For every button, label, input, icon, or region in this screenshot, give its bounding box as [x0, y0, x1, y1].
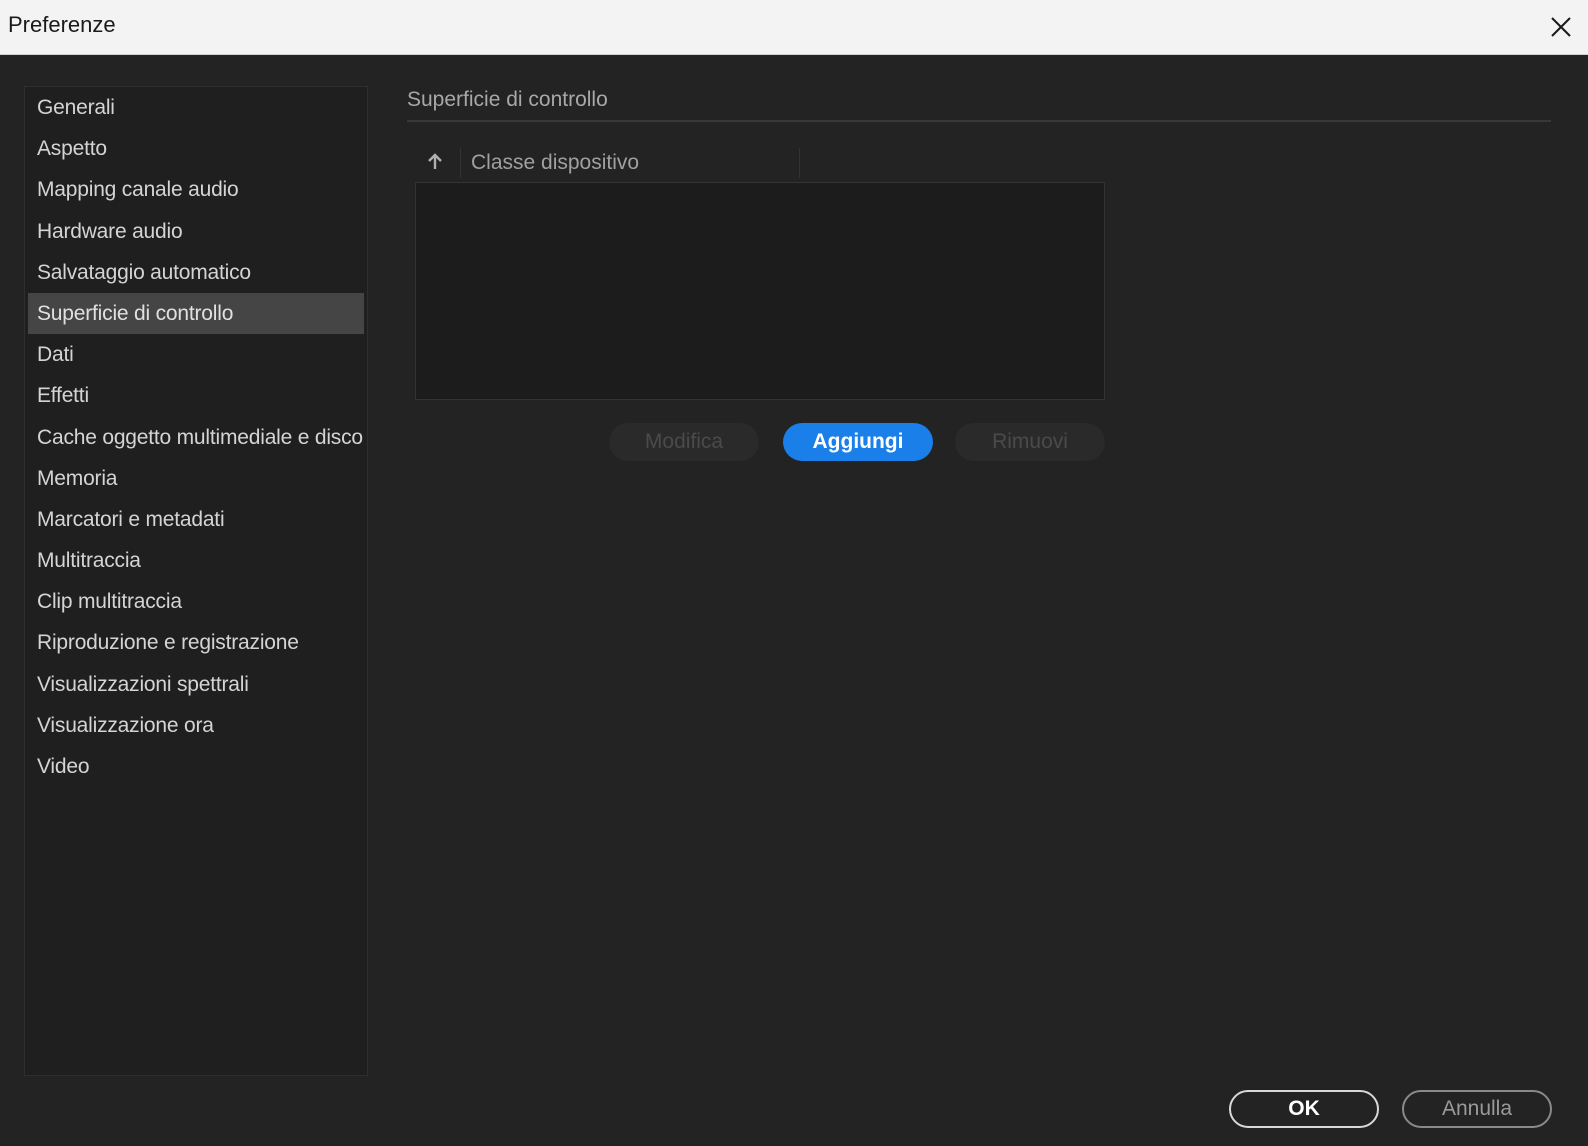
section-divider — [407, 120, 1551, 122]
sidebar-item[interactable]: Cache oggetto multimediale e disco — [28, 417, 364, 458]
sidebar-item[interactable]: Video — [28, 746, 364, 787]
edit-button[interactable]: Modifica — [609, 423, 759, 461]
sidebar: Generali Aspetto Mapping canale audio Hardw… — [24, 86, 368, 1076]
sidebar-item[interactable]: Marcatori e metadati — [28, 499, 364, 540]
window-title: Preferenze — [8, 12, 116, 37]
sidebar-item[interactable]: Visualizzazioni spettrali — [28, 664, 364, 705]
add-button[interactable]: Aggiungi — [783, 423, 933, 461]
sidebar-item[interactable]: Clip multitraccia — [28, 581, 364, 622]
table-header: Classe dispositivo — [415, 144, 1105, 182]
sidebar-item[interactable]: Effetti — [28, 375, 364, 416]
sidebar-item[interactable]: Dati — [28, 334, 364, 375]
header-divider — [460, 148, 461, 178]
title-bar: Preferenze — [0, 0, 1588, 55]
sidebar-item[interactable]: Salvataggio automatico — [28, 252, 364, 293]
sidebar-item[interactable]: Hardware audio — [28, 211, 364, 252]
sidebar-item[interactable]: Mapping canale audio — [28, 169, 364, 210]
remove-button[interactable]: Rimuovi — [955, 423, 1105, 461]
sidebar-item[interactable]: Memoria — [28, 458, 364, 499]
section-title: Superficie di controllo — [407, 88, 608, 111]
sidebar-item[interactable]: Aspetto — [28, 128, 364, 169]
column-header-device-class[interactable]: Classe dispositivo — [471, 151, 639, 175]
cancel-button[interactable]: Annulla — [1402, 1090, 1552, 1128]
ok-button[interactable]: OK — [1229, 1090, 1379, 1128]
sidebar-item[interactable]: Superficie di controllo — [28, 292, 364, 335]
sidebar-item[interactable]: Visualizzazione ora — [28, 705, 364, 746]
sidebar-item[interactable]: Generali — [28, 87, 364, 128]
device-list[interactable] — [415, 182, 1105, 400]
preferences-dialog: Preferenze Generali Aspetto Mapping canale… — [0, 0, 1588, 1146]
header-divider — [799, 148, 800, 178]
sidebar-item[interactable]: Multitraccia — [28, 540, 364, 581]
sidebar-item[interactable]: Riproduzione e registrazione — [28, 622, 364, 663]
close-icon[interactable] — [1542, 8, 1580, 46]
arrow-up-icon[interactable] — [427, 152, 443, 172]
